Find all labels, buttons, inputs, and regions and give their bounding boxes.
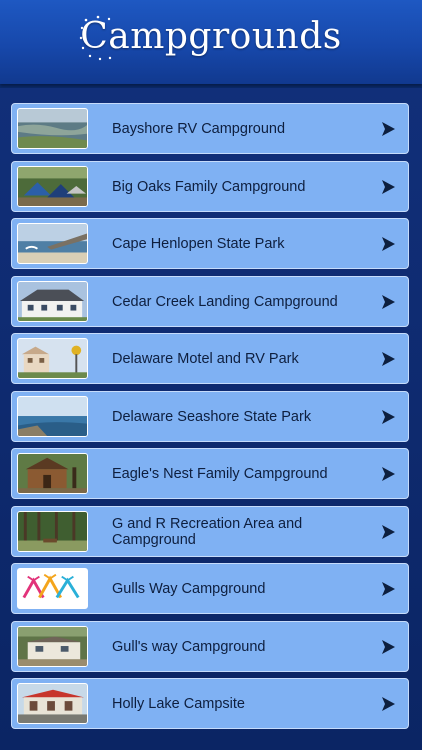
list-item-label: Delaware Motel and RV Park bbox=[112, 350, 299, 367]
thumbnail-image bbox=[17, 568, 88, 609]
list-item-label: Gull's way Campground bbox=[112, 638, 266, 655]
app-header: Campgrounds bbox=[0, 0, 422, 84]
thumbnail-image bbox=[17, 281, 88, 322]
chevron-right-icon bbox=[380, 121, 396, 137]
chevron-right-icon bbox=[380, 466, 396, 482]
list-item[interactable]: Gull's way Campground bbox=[11, 621, 409, 672]
thumbnail-image bbox=[17, 396, 88, 437]
list-item-label: Delaware Seashore State Park bbox=[112, 408, 312, 425]
chevron-right-icon bbox=[380, 179, 396, 195]
thumbnail-image bbox=[17, 166, 88, 207]
chevron-right-icon bbox=[380, 351, 396, 367]
chevron-right-icon bbox=[380, 409, 396, 425]
chevron-right-icon bbox=[380, 524, 396, 540]
thumbnail-image bbox=[17, 223, 88, 264]
list-item-label: Bayshore RV Campground bbox=[112, 120, 286, 137]
list-item[interactable]: Gulls Way Campground bbox=[11, 563, 409, 614]
list-item-label: Cedar Creek Landing Campground bbox=[112, 293, 338, 310]
list-item-label: Cape Henlopen State Park bbox=[112, 235, 285, 252]
list-item-label: G and R Recreation Area and Campground bbox=[112, 515, 303, 548]
chevron-right-icon bbox=[380, 639, 396, 655]
thumbnail-image bbox=[17, 338, 88, 379]
list-item[interactable]: Bayshore RV Campground bbox=[11, 103, 409, 154]
list-item-label: Holly Lake Campsite bbox=[112, 695, 245, 712]
thumbnail-image bbox=[17, 453, 88, 494]
list-item[interactable]: Big Oaks Family Campground bbox=[11, 161, 409, 212]
chevron-right-icon bbox=[380, 581, 396, 597]
chevron-right-icon bbox=[380, 294, 396, 310]
list-item[interactable]: Delaware Motel and RV Park bbox=[11, 333, 409, 384]
thumbnail-image bbox=[17, 683, 88, 724]
list-item-label: Gulls Way Campground bbox=[112, 580, 266, 597]
thumbnail-image bbox=[17, 511, 88, 552]
thumbnail-image bbox=[17, 626, 88, 667]
list-item-label: Eagle's Nest Family Campground bbox=[112, 465, 328, 482]
list-item[interactable]: Cape Henlopen State Park bbox=[11, 218, 409, 269]
list-item[interactable]: Eagle's Nest Family Campground bbox=[11, 448, 409, 499]
chevron-right-icon bbox=[380, 236, 396, 252]
page-title: Campgrounds bbox=[80, 16, 342, 57]
list-item[interactable]: G and R Recreation Area and Campground bbox=[11, 506, 409, 557]
thumbnail-image bbox=[17, 108, 88, 149]
list-item-label: Big Oaks Family Campground bbox=[112, 178, 306, 195]
list-item[interactable]: Cedar Creek Landing Campground bbox=[11, 276, 409, 327]
list-item[interactable]: Delaware Seashore State Park bbox=[11, 391, 409, 442]
list-item[interactable]: Holly Lake Campsite bbox=[11, 678, 409, 729]
chevron-right-icon bbox=[380, 696, 396, 712]
